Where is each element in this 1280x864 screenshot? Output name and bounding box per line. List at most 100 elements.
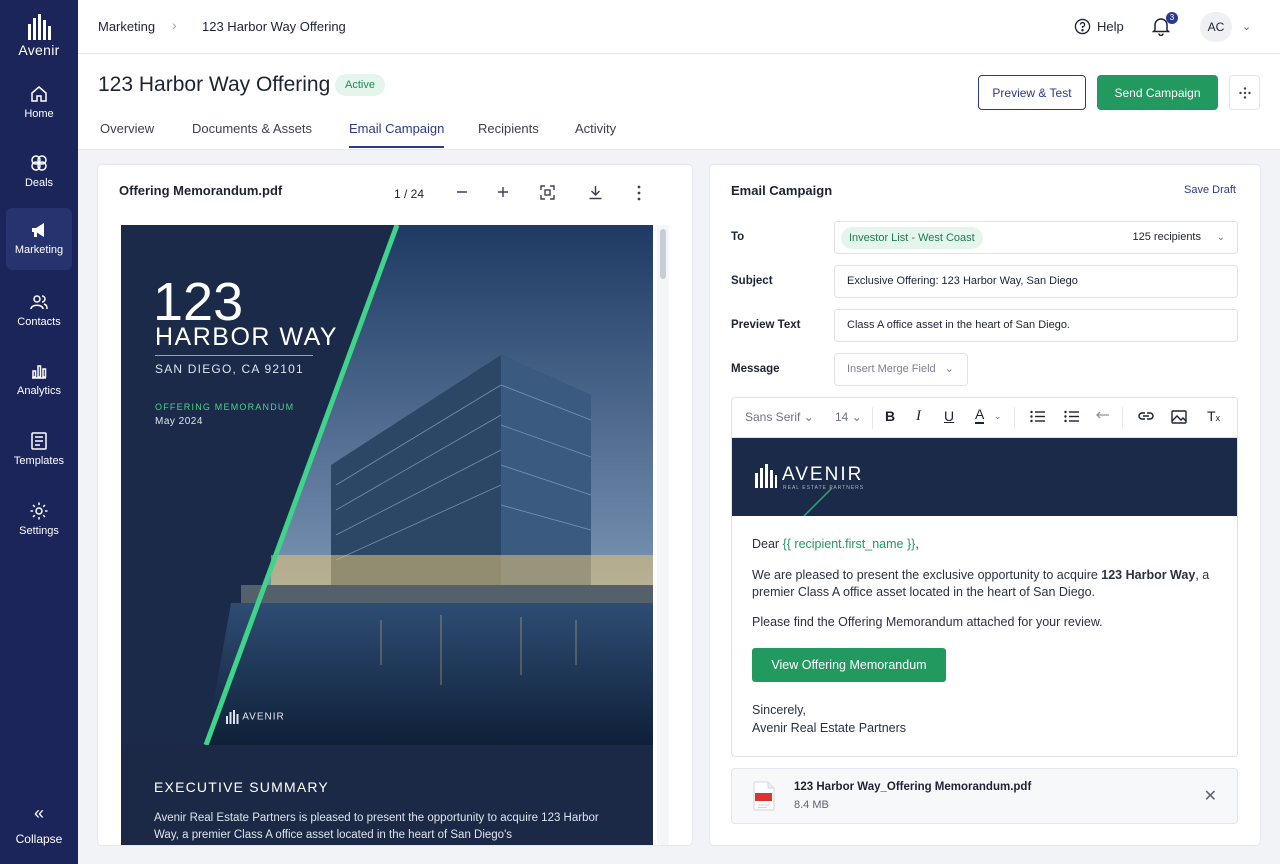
download-button[interactable] [588, 185, 603, 205]
sidebar-item-contacts[interactable]: Contacts [6, 280, 72, 342]
image-icon[interactable] [1171, 410, 1187, 427]
bullet-list-svg [1030, 410, 1045, 423]
recipient-list-select[interactable]: Investor List - West Coast 125 recipient… [834, 221, 1238, 254]
contacts-icon [30, 295, 48, 310]
collapse-button[interactable]: « Collapse [0, 803, 78, 846]
message-label: Message [731, 363, 780, 375]
brand[interactable]: Avenir [0, 14, 78, 58]
cover-doc-type: OFFERING MEMORANDUM [155, 402, 295, 412]
email-panel-title: Email Campaign [731, 183, 833, 198]
attachment-card: 123 Harbor Way_Offering Memorandum.pdf 8… [731, 768, 1238, 824]
help-button[interactable]: Help [1074, 18, 1124, 35]
insert-merge-field-dropdown[interactable]: Insert Merge Field ⌄ [834, 353, 968, 386]
sidebar-item-templates[interactable]: Templates [6, 419, 72, 481]
zoom-out-button[interactable] [455, 185, 469, 204]
font-family-select[interactable]: Sans Serif ⌄ [745, 410, 814, 424]
status-badge: Active [335, 74, 385, 96]
bold-icon[interactable]: B [885, 408, 895, 424]
sidebar-item-deals[interactable]: Deals [6, 141, 72, 203]
avatar[interactable]: AC [1200, 12, 1232, 42]
preview-test-button[interactable]: Preview & Test [978, 75, 1086, 110]
email-greeting: Dear {{ recipient.first_name }}, [752, 536, 1212, 553]
horizontal-rule-icon[interactable] [1096, 409, 1110, 424]
sidebar-item-label: Analytics [16, 385, 62, 397]
notification-badge: 3 [1166, 12, 1178, 24]
preview-text-label: Preview Text [731, 319, 801, 331]
chevron-down-icon: ⌄ [1216, 232, 1225, 243]
cover-name: HARBOR WAY [155, 323, 339, 351]
greeting-suffix: , [915, 537, 919, 551]
gear-icon [30, 502, 48, 520]
sidebar-item-label: Deals [24, 177, 54, 189]
sidebar-item-label: Contacts [17, 316, 61, 328]
sidebar-item-home[interactable]: Home [6, 72, 72, 134]
merge-field-token[interactable]: {{ recipient.first_name }} [783, 537, 916, 551]
link-svg [1138, 412, 1154, 420]
email-banner: AVENIR REAL ESTATE PARTNERS [732, 438, 1237, 516]
sidebar-item-settings[interactable]: Settings [6, 489, 72, 551]
view-offering-memorandum-button[interactable]: View Offering Memorandum [752, 648, 946, 682]
email-campaign-panel: Email Campaign Save Draft To Investor Li… [710, 165, 1260, 845]
toolbar-divider [1122, 407, 1123, 429]
breadcrumb-current: 123 Harbor Way Offering [202, 19, 346, 34]
editor-toolbar: Sans Serif ⌄ 14 ⌄ B I U A ⌄ Tx [731, 397, 1238, 437]
pdf-file-icon [753, 781, 775, 811]
email-signature: Avenir Real Estate Partners [752, 721, 907, 735]
attachment-size: 8.4 MB [794, 799, 829, 811]
toolbar-divider [872, 407, 873, 429]
zoom-in-button[interactable] [496, 185, 510, 204]
save-draft-link[interactable]: Save Draft [1184, 184, 1236, 196]
tab-recipients[interactable]: Recipients [478, 121, 539, 148]
chevron-down-icon[interactable]: ⌄ [994, 411, 1002, 422]
avenir-logo-icon [28, 14, 51, 40]
font-size-value: 14 [835, 410, 849, 424]
templates-icon [31, 432, 47, 450]
more-vertical-button[interactable] [636, 185, 642, 206]
breadcrumb-marketing[interactable]: Marketing [98, 19, 155, 34]
sidebar-item-label: Marketing [14, 244, 64, 256]
font-family-value: Sans Serif [745, 410, 801, 424]
page-header: 123 Harbor Way Offering Active Preview &… [78, 54, 1280, 150]
clear-format-icon[interactable]: Tx [1207, 408, 1220, 424]
numbered-list-svg [1064, 410, 1079, 423]
pdf-scrollbar-track[interactable] [657, 225, 669, 845]
font-size-select[interactable]: 14 ⌄ [835, 410, 862, 424]
message-editor[interactable]: AVENIR REAL ESTATE PARTNERS Dear {{ reci… [731, 437, 1238, 757]
tab-overview[interactable]: Overview [100, 121, 154, 148]
pdf-page-indicator: 1 / 24 [394, 187, 425, 201]
tab-email-campaign[interactable]: Email Campaign [349, 121, 445, 148]
pdf-scrollbar-thumb[interactable] [660, 229, 666, 279]
bullet-list-icon[interactable] [1030, 410, 1045, 426]
minus-icon [457, 191, 467, 193]
pdf-page-preview[interactable]: 123 HARBOR WAY SAN DIEGO, CA 92101 OFFER… [121, 225, 653, 845]
preview-text-input[interactable]: Class A office asset in the heart of San… [834, 309, 1238, 342]
deals-icon [31, 155, 47, 171]
avenir-logo-icon [226, 710, 239, 724]
sidebar-item-marketing[interactable]: Marketing [6, 208, 72, 270]
fit-screen-button[interactable] [540, 185, 555, 205]
tab-documents-assets[interactable]: Documents & Assets [192, 121, 312, 148]
tab-activity[interactable]: Activity [575, 121, 616, 148]
underline-icon[interactable]: U [944, 408, 954, 424]
recipient-list-chip[interactable]: Investor List - West Coast [841, 227, 983, 249]
subject-input[interactable]: Exclusive Offering: 123 Harbor Way, San … [834, 265, 1238, 298]
send-campaign-button[interactable]: Send Campaign [1097, 75, 1218, 110]
help-label: Help [1097, 19, 1124, 34]
banner-brand-name: AVENIR [782, 464, 864, 485]
download-icon [589, 186, 602, 200]
recipient-count: 125 recipients [1132, 231, 1202, 243]
chevron-down-icon[interactable]: ⌄ [1242, 20, 1251, 33]
avenir-logo-icon [755, 464, 777, 488]
text-color-icon[interactable]: A [975, 407, 985, 424]
numbered-list-icon[interactable] [1064, 410, 1079, 426]
topbar: Marketing › 123 Harbor Way Offering Help… [78, 0, 1280, 54]
italic-icon[interactable]: I [916, 408, 921, 425]
analytics-icon [32, 365, 47, 379]
remove-attachment-close-icon[interactable]: ✕ [1204, 786, 1217, 806]
cover-divider [155, 355, 313, 356]
subject-label: Subject [731, 275, 773, 287]
exec-text: Avenir Real Estate Partners is pleased t… [154, 812, 599, 841]
link-icon[interactable] [1138, 410, 1154, 425]
more-options-button[interactable] [1229, 75, 1260, 110]
sidebar-item-analytics[interactable]: Analytics [6, 349, 72, 411]
